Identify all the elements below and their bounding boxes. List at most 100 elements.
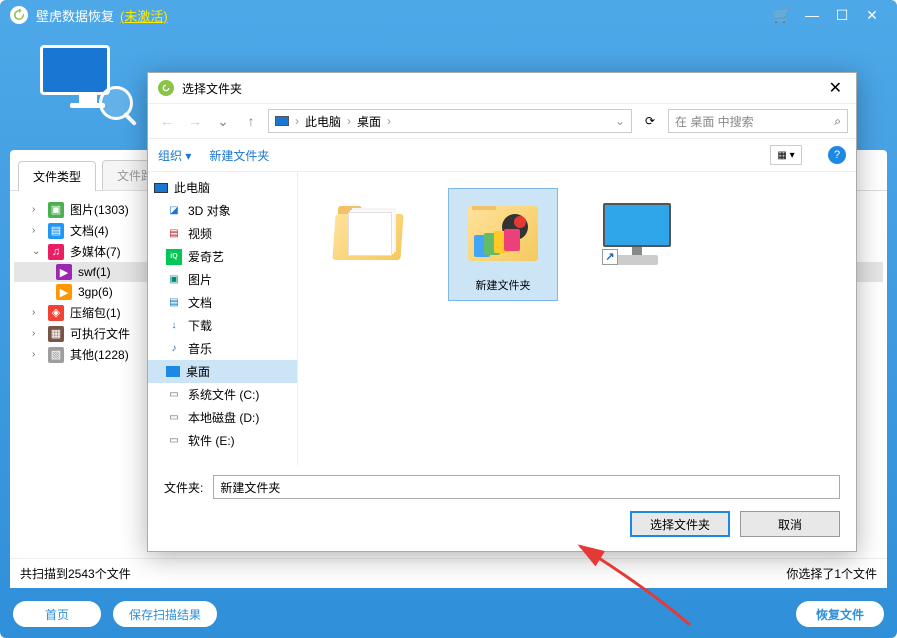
document-icon: ▤ — [48, 223, 64, 239]
picture-icon: ▣ — [166, 272, 182, 288]
drive-icon: ▭ — [166, 387, 182, 403]
sidebar-label: 本地磁盘 (D:) — [188, 409, 259, 426]
swf-icon: ▶ — [56, 264, 72, 280]
cube-icon: ◪ — [166, 203, 182, 219]
sidebar-item-desktop[interactable]: 桌面 — [148, 360, 297, 383]
pc-icon — [275, 116, 289, 126]
folder-field-label: 文件夹: — [164, 479, 203, 496]
select-folder-button[interactable]: 选择文件夹 — [630, 511, 730, 537]
sidebar-label: 图片 — [188, 271, 212, 288]
other-icon: ▧ — [48, 347, 64, 363]
file-item-shortcut[interactable]: ↗ — [582, 188, 692, 285]
cancel-button[interactable]: 取消 — [740, 511, 840, 537]
view-mode-button[interactable]: ▦ ▾ — [770, 145, 802, 165]
monitor-scan-icon — [40, 45, 135, 125]
video-icon: ▤ — [166, 226, 182, 242]
drive-icon: ▭ — [166, 433, 182, 449]
minimize-button[interactable]: — — [797, 7, 827, 23]
sidebar-label: 桌面 — [186, 363, 210, 380]
archive-icon: ◈ — [48, 305, 64, 321]
status-right: 你选择了1个文件 — [786, 565, 877, 582]
help-button[interactable]: ? — [828, 146, 846, 164]
sidebar-label: 3D 对象 — [188, 202, 231, 219]
sidebar-item-drive-e[interactable]: ▭ 软件 (E:) — [148, 429, 297, 452]
sidebar-label: 音乐 — [188, 340, 212, 357]
dialog-nav: ← → ⌄ ↑ › 此电脑 › 桌面 › ⌄ ⟳ 在 桌面 中搜索 ⌕ — [148, 103, 856, 139]
file-list[interactable]: 新建文件夹 ↗ — [298, 172, 856, 465]
sidebar-item-drive-d[interactable]: ▭ 本地磁盘 (D:) — [148, 406, 297, 429]
recover-button[interactable]: 恢复文件 — [795, 600, 885, 628]
picture-icon: ▣ — [48, 202, 64, 218]
tree-label: 其他(1228) — [70, 346, 129, 363]
sidebar-item-iqiyi[interactable]: iQ爱奇艺 — [148, 245, 297, 268]
nav-forward-button[interactable]: → — [184, 110, 206, 132]
tree-label: 文档(4) — [70, 222, 109, 239]
tab-file-type[interactable]: 文件类型 — [18, 161, 96, 191]
sidebar-label: 视频 — [188, 225, 212, 242]
sidebar-label: 此电脑 — [174, 179, 210, 196]
sidebar-label: 文档 — [188, 294, 212, 311]
titlebar: 壁虎数据恢复 (未激活) 🛒 — ☐ ✕ — [0, 0, 897, 30]
app-title: 壁虎数据恢复 — [36, 6, 114, 25]
sidebar-label: 下载 — [188, 317, 212, 334]
pc-icon — [154, 183, 168, 193]
home-button[interactable]: 首页 — [12, 600, 102, 628]
status-left: 共扫描到2543个文件 — [20, 565, 131, 582]
breadcrumb-desktop[interactable]: 桌面 — [357, 113, 381, 130]
sidebar-item-pc[interactable]: 此电脑 — [148, 176, 297, 199]
close-button[interactable]: ✕ — [857, 7, 887, 24]
download-icon: ↓ — [166, 318, 182, 334]
tree-label: 图片(1303) — [70, 201, 129, 218]
tree-label: swf(1) — [78, 265, 111, 279]
sidebar-item-video[interactable]: ▤ 视频 — [148, 222, 297, 245]
drive-icon: ▭ — [166, 410, 182, 426]
dialog-logo-icon — [158, 80, 174, 96]
bottom-buttons: 首页 保存扫描结果 恢复文件 — [12, 600, 885, 628]
organize-menu[interactable]: 组织 ▾ — [158, 147, 191, 164]
file-item-folder[interactable] — [314, 188, 424, 285]
dialog-body: 此电脑 ◪3D 对象 ▤视频 iQ爱奇艺 ▣图片 ▤文档 ↓下载 ♪音乐 桌面 … — [148, 171, 856, 465]
sidebar-item-3d[interactable]: ◪ 3D 对象 — [148, 199, 297, 222]
breadcrumb-pc[interactable]: 此电脑 — [305, 113, 341, 130]
nav-recent-dropdown[interactable]: ⌄ — [212, 110, 234, 132]
folder-picker-dialog: 选择文件夹 ✕ ← → ⌄ ↑ › 此电脑 › 桌面 › ⌄ ⟳ 在 桌面 中搜… — [147, 72, 857, 552]
breadcrumb-dropdown[interactable]: ⌄ — [615, 114, 625, 128]
main-window: 壁虎数据恢复 (未激活) 🛒 — ☐ ✕ 扫描磁盘H: 文件类型 文件路径 ›▣… — [0, 0, 897, 638]
tree-label: 3gp(6) — [78, 285, 113, 299]
sidebar-label: 系统文件 (C:) — [188, 386, 259, 403]
breadcrumb[interactable]: › 此电脑 › 桌面 › ⌄ — [268, 109, 632, 133]
app-logo-icon — [10, 6, 28, 24]
3gp-icon: ▶ — [56, 284, 72, 300]
sidebar-item-pictures[interactable]: ▣ 图片 — [148, 268, 297, 291]
tree-label: 压缩包(1) — [70, 304, 121, 321]
file-item-new-folder[interactable]: 新建文件夹 — [448, 188, 558, 301]
tree-label: 多媒体(7) — [70, 243, 121, 260]
unactivated-link[interactable]: (未激活) — [120, 6, 168, 25]
cart-icon[interactable]: 🛒 — [767, 7, 797, 24]
file-label: 新建文件夹 — [452, 277, 554, 293]
dialog-title: 选择文件夹 — [182, 80, 242, 97]
desktop-icon — [166, 366, 180, 377]
nav-up-button[interactable]: ↑ — [240, 110, 262, 132]
maximize-button[interactable]: ☐ — [827, 7, 857, 24]
sidebar-label: 爱奇艺 — [188, 248, 224, 265]
music-icon: ♪ — [166, 341, 182, 357]
sidebar-item-downloads[interactable]: ↓ 下载 — [148, 314, 297, 337]
refresh-button[interactable]: ⟳ — [638, 109, 662, 133]
sidebar-item-documents[interactable]: ▤ 文档 — [148, 291, 297, 314]
new-folder-button[interactable]: 新建文件夹 — [209, 147, 269, 164]
search-input[interactable]: 在 桌面 中搜索 ⌕ — [668, 109, 848, 133]
dialog-close-button[interactable]: ✕ — [825, 78, 846, 98]
sidebar-item-music[interactable]: ♪ 音乐 — [148, 337, 297, 360]
save-scan-button[interactable]: 保存扫描结果 — [112, 600, 218, 628]
dialog-footer: 文件夹: 选择文件夹 取消 — [148, 465, 856, 551]
document-icon: ▤ — [166, 295, 182, 311]
media-icon: ♫ — [48, 244, 64, 260]
sidebar-item-drive-c[interactable]: ▭ 系统文件 (C:) — [148, 383, 297, 406]
tree-label: 可执行文件 — [70, 325, 130, 342]
sidebar-label: 软件 (E:) — [188, 432, 235, 449]
folder-name-input[interactable] — [213, 475, 840, 499]
nav-back-button[interactable]: ← — [156, 110, 178, 132]
search-placeholder: 在 桌面 中搜索 — [675, 113, 754, 130]
shortcut-icon: ↗ — [602, 249, 618, 265]
